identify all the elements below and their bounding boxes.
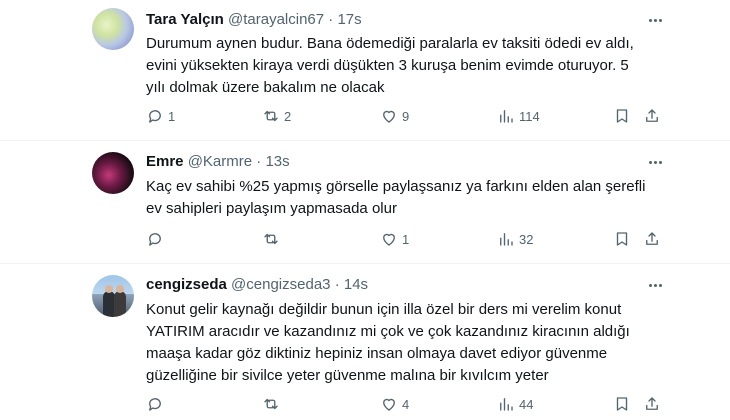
views-icon xyxy=(500,398,513,411)
share-icon xyxy=(646,109,658,122)
tweet-text: Kaç ev sahibi %25 yapmış görselle paylaş… xyxy=(146,178,646,217)
tweet-text: Durumum aynen budur. Bana ödemediği para… xyxy=(146,35,634,96)
heart-icon xyxy=(383,110,395,123)
share-button[interactable] xyxy=(643,106,661,126)
timestamp[interactable]: 14s xyxy=(344,276,368,293)
share-icon xyxy=(646,232,658,245)
retweet-count: 2 xyxy=(284,108,292,124)
heart-icon xyxy=(383,398,395,411)
views-count: 32 xyxy=(519,231,534,247)
views-button[interactable]: 32 xyxy=(497,229,533,249)
reply-icon xyxy=(149,233,161,246)
tweet[interactable]: Tara Yalçın @tarayalcin67 · 17s Durumum … xyxy=(0,0,730,140)
tweet-text: Konut gelir kaynağı değildir bunun için … xyxy=(146,301,630,384)
views-button[interactable]: 44 xyxy=(497,394,533,414)
retweet-button[interactable] xyxy=(262,394,284,414)
views-count: 114 xyxy=(519,108,540,124)
more-icon[interactable] xyxy=(646,276,664,294)
bookmark-button[interactable] xyxy=(613,106,631,126)
views-count: 44 xyxy=(519,396,534,412)
bookmark-button[interactable] xyxy=(613,394,631,414)
separator-dot: · xyxy=(328,11,334,28)
retweet-button[interactable] xyxy=(262,229,284,249)
author-handle[interactable]: @cengizseda3 xyxy=(231,276,330,293)
avatar[interactable] xyxy=(92,275,134,317)
more-icon[interactable] xyxy=(646,11,664,29)
more-icon[interactable] xyxy=(646,153,664,171)
author-name[interactable]: Tara Yalçın xyxy=(146,11,224,28)
share-button[interactable] xyxy=(643,229,661,249)
author-handle[interactable]: @Karmre xyxy=(188,153,252,170)
like-button[interactable]: 9 xyxy=(380,106,409,126)
action-bar: 1 2 9 114 xyxy=(0,106,730,126)
tweet[interactable]: cengizseda @cengizseda3 · 14s Konut geli… xyxy=(0,264,730,420)
reply-count: 1 xyxy=(168,108,176,124)
heart-icon xyxy=(383,233,395,246)
retweet-icon xyxy=(264,233,278,245)
like-count: 9 xyxy=(402,108,410,124)
author-name[interactable]: Emre xyxy=(146,153,184,170)
bookmark-button[interactable] xyxy=(613,229,631,249)
bookmark-icon xyxy=(616,397,628,411)
views-button[interactable]: 114 xyxy=(497,106,540,126)
timestamp[interactable]: 17s xyxy=(337,11,361,28)
retweet-icon xyxy=(264,110,278,122)
action-bar: 4 44 xyxy=(0,394,730,414)
reply-button[interactable] xyxy=(146,229,168,249)
tweet-header: Tara Yalçın @tarayalcin67 · 17s xyxy=(146,10,362,30)
like-count: 4 xyxy=(402,396,410,412)
author-name[interactable]: cengizseda xyxy=(146,276,227,293)
retweet-button[interactable]: 2 xyxy=(262,106,291,126)
tweet-header: cengizseda @cengizseda3 · 14s xyxy=(146,275,368,295)
reply-icon xyxy=(149,398,161,411)
avatar[interactable] xyxy=(92,152,134,194)
separator-dot: · xyxy=(334,276,340,293)
reply-icon xyxy=(149,110,161,123)
like-button[interactable]: 1 xyxy=(380,229,409,249)
views-icon xyxy=(500,233,513,246)
author-handle[interactable]: @tarayalcin67 xyxy=(228,11,324,28)
timestamp[interactable]: 13s xyxy=(265,153,289,170)
tweet-header: Emre @Karmre · 13s xyxy=(146,152,290,172)
reply-button[interactable] xyxy=(146,394,168,414)
share-icon xyxy=(646,397,658,410)
avatar[interactable] xyxy=(92,8,134,50)
bookmark-icon xyxy=(616,232,628,246)
action-bar: 1 32 xyxy=(0,229,730,249)
share-button[interactable] xyxy=(643,394,661,414)
like-button[interactable]: 4 xyxy=(380,394,409,414)
reply-button[interactable]: 1 xyxy=(146,106,175,126)
tweet[interactable]: Emre @Karmre · 13s Kaç ev sahibi %25 yap… xyxy=(0,141,730,263)
retweet-icon xyxy=(264,398,278,410)
separator-dot: · xyxy=(256,153,262,170)
views-icon xyxy=(500,110,513,123)
bookmark-icon xyxy=(616,109,628,123)
like-count: 1 xyxy=(402,231,410,247)
